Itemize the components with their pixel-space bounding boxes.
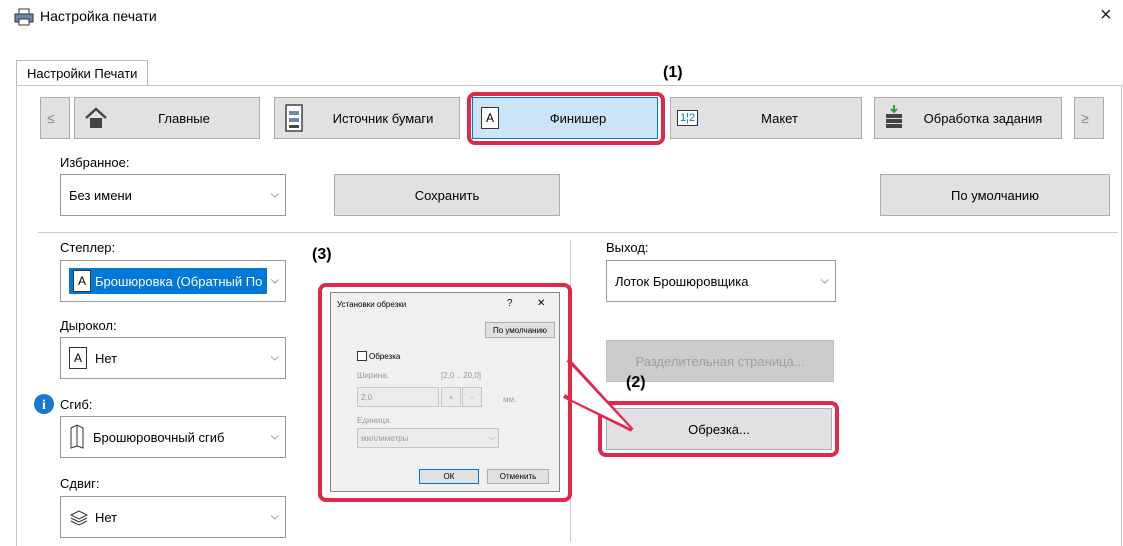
punch-select[interactable]: A Нет ⌵ [60, 337, 286, 379]
stapler-selected: A Брошюровка (Обратный По [69, 268, 267, 294]
nav-prev-button[interactable]: ≤ [40, 97, 70, 139]
fold-select[interactable]: Брошюровочный сгиб ⌵ [60, 416, 286, 458]
callout-1-highlight [467, 92, 665, 145]
close-icon[interactable]: × [1100, 4, 1112, 27]
nav-job-handling-button[interactable]: Обработка задания [874, 97, 1062, 139]
stapler-select[interactable]: A Брошюровка (Обратный По ⌵ [60, 260, 286, 302]
chevron-down-icon: ⌵ [488, 433, 495, 442]
fold-icon [70, 424, 84, 449]
favorites-select[interactable]: Без имени ⌵ [60, 174, 286, 216]
unit-suffix: мм. [503, 395, 517, 404]
callout-1-label: (1) [663, 64, 683, 81]
unit-value: миллиметры [361, 433, 409, 443]
chevron-down-icon: ⌵ [270, 188, 279, 201]
nav-next-button[interactable]: ≥ [1074, 97, 1104, 139]
title-bar [0, 0, 1123, 34]
paper-tray-icon [285, 104, 303, 132]
save-button[interactable]: Сохранить [334, 174, 560, 216]
callout-3-label: (3) [312, 246, 332, 263]
fold-label: Сгиб: [60, 397, 93, 412]
fold-value: Брошюровочный сгиб [93, 429, 225, 445]
unit-label: Единица: [357, 416, 392, 425]
nav-job-handling-label: Обработка задания [923, 110, 1043, 126]
punch-label: Дырокол: [60, 318, 117, 333]
trim-settings-dialog: Установки обрезки ? ✕ По умолчанию Обрез… [330, 292, 560, 492]
chevron-down-icon: ⌵ [820, 274, 829, 287]
nav-layout-label: Макет [761, 110, 798, 126]
svg-text:i: i [42, 398, 46, 413]
offset-stack-icon [69, 510, 89, 526]
layout-icon: 1¦2 [677, 110, 699, 126]
favorites-value: Без имени [69, 187, 132, 203]
stapler-label: Степлер: [60, 240, 116, 255]
booklet-staple-icon: A [73, 270, 91, 292]
nav-paper-source-button[interactable]: Источник бумаги [274, 97, 460, 139]
width-plus-button[interactable]: + [441, 387, 461, 407]
job-stack-icon [886, 105, 902, 128]
chevron-down-icon: ⌵ [270, 274, 279, 287]
nav-prev-label: ≤ [47, 110, 55, 126]
punch-value: Нет [95, 350, 118, 366]
trim-checkbox-label: Обрезка [369, 351, 401, 361]
nav-paper-source-label: Источник бумаги [332, 110, 434, 126]
output-value: Лоток Брошюровщика [615, 273, 749, 289]
dialog-close-icon[interactable]: ✕ [537, 298, 545, 309]
stapler-value: Брошюровка (Обратный По [95, 273, 263, 289]
default-button[interactable]: По умолчанию [880, 174, 1110, 216]
width-minus-button[interactable]: - [462, 387, 482, 407]
window-title: Настройка печати [40, 8, 157, 24]
dialog-ok-button[interactable]: ОК [419, 469, 479, 484]
trim-checkbox[interactable]: Обрезка [357, 351, 400, 361]
output-select[interactable]: Лоток Брошюровщика ⌵ [606, 260, 836, 302]
unit-select[interactable]: миллиметры ⌵ [357, 428, 499, 448]
width-range: [2,0 .. 20,0] [441, 371, 482, 380]
width-label: Ширина: [357, 371, 389, 380]
offset-select[interactable]: Нет ⌵ [60, 496, 286, 538]
info-icon[interactable]: i [34, 394, 54, 414]
favorites-label: Избранное: [60, 155, 130, 170]
dialog-default-button[interactable]: По умолчанию [485, 322, 555, 338]
dialog-cancel-button[interactable]: Отменить [487, 469, 549, 484]
callout-connector [563, 358, 634, 432]
chevron-down-icon: ⌵ [270, 351, 279, 364]
offset-value: Нет [95, 509, 118, 525]
nav-main-button[interactable]: Главные [74, 97, 260, 139]
width-input[interactable]: 2,0 [357, 387, 439, 407]
chevron-down-icon: ⌵ [270, 430, 279, 443]
divider [38, 232, 1118, 233]
output-label: Выход: [606, 240, 649, 255]
nav-next-label: ≥ [1081, 110, 1089, 126]
nav-main-label: Главные [158, 110, 210, 126]
dialog-title: Установки обрезки [337, 300, 407, 309]
tab-print-settings[interactable]: Настройки Печати [16, 60, 149, 87]
punch-icon: A [69, 347, 87, 369]
printer-icon [14, 8, 34, 26]
checkbox-box [357, 351, 367, 361]
home-icon [85, 107, 107, 128]
offset-label: Сдвиг: [60, 476, 100, 491]
help-icon[interactable]: ? [507, 298, 513, 309]
chevron-down-icon: ⌵ [270, 510, 279, 523]
nav-layout-button[interactable]: 1¦2 Макет [670, 97, 862, 139]
